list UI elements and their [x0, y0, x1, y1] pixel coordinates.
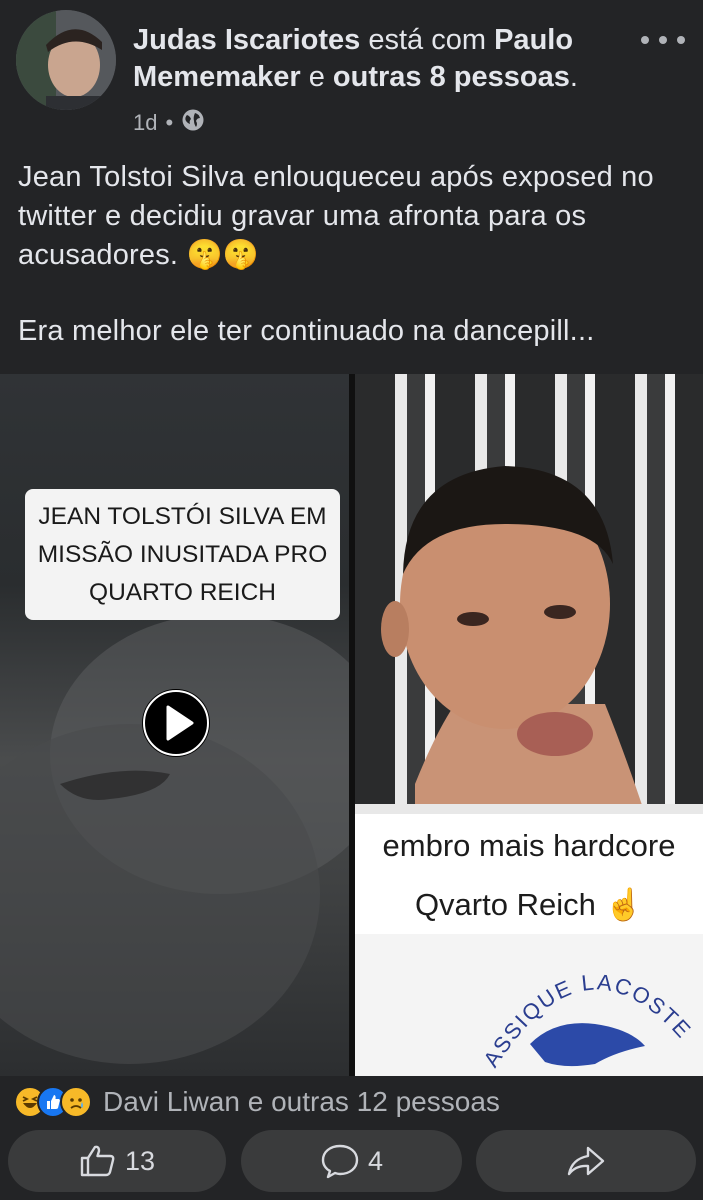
post-time[interactable]: 1d	[133, 110, 157, 136]
caption-paragraph-2[interactable]: Era melhor ele ter continuado na dancepi…	[18, 312, 678, 351]
post-header: Judas Iscariotes está com Paulo Mememake…	[0, 0, 703, 150]
play-icon	[143, 690, 209, 756]
lacoste-logo: ASSIQUE LACOSTE	[478, 969, 694, 1071]
post-meta: 1d •	[133, 108, 205, 138]
post-author-line: Judas Iscariotes está com Paulo Mememake…	[133, 22, 633, 96]
share-icon	[567, 1146, 605, 1176]
post-caption: Jean Tolstoi Silva enlouqueceu após expo…	[18, 158, 678, 351]
video-thumbnail[interactable]: JEAN TOLSTÓI SILVA EM MISSÃO INUSITADA P…	[0, 374, 349, 1076]
video-label-line: MISSÃO INUSITADA PRO	[37, 541, 328, 568]
video-label-line: QUARTO REICH	[89, 579, 276, 606]
author-name[interactable]: Judas Iscariotes	[133, 24, 360, 56]
photo-caption-line: embro mais hardcore	[382, 828, 676, 863]
avatar-photo	[16, 10, 116, 110]
more-options-button[interactable]	[641, 28, 685, 52]
like-icon	[80, 1145, 115, 1177]
reaction-icons	[14, 1086, 92, 1118]
comment-icon	[321, 1144, 359, 1179]
dot-icon	[677, 36, 685, 44]
period-text: .	[569, 61, 578, 93]
dot-icon	[659, 36, 667, 44]
reactions-summary[interactable]: Davi Liwan e outras 12 pessoas	[14, 1084, 500, 1120]
dot-icon	[641, 36, 649, 44]
with-text: está com	[368, 24, 487, 56]
photo-thumbnail[interactable]: embro mais hardcore Qvarto Reich ☝️ ASSI…	[355, 374, 703, 1076]
video-overlay-label: JEAN TOLSTÓI SILVA EM MISSÃO INUSITADA P…	[25, 489, 340, 620]
share-button[interactable]	[476, 1130, 696, 1192]
photo-caption-band: embro mais hardcore Qvarto Reich ☝️	[355, 814, 703, 934]
post-media: JEAN TOLSTÓI SILVA EM MISSÃO INUSITADA P…	[0, 374, 703, 1076]
comment-button[interactable]: 4	[241, 1130, 462, 1192]
play-button[interactable]	[142, 689, 210, 757]
like-count: 13	[124, 1145, 156, 1176]
meta-separator: •	[165, 110, 174, 135]
comment-count: 4	[367, 1145, 384, 1176]
author-avatar[interactable]	[16, 10, 116, 110]
post-actions: 13 4	[8, 1130, 696, 1192]
photo-caption-line: Qvarto Reich ☝️	[414, 887, 644, 922]
like-button[interactable]: 13	[8, 1130, 226, 1192]
caption-paragraph-1: Jean Tolstoi Silva enlouqueceu após expo…	[18, 161, 654, 271]
tagged-others[interactable]: outras 8 pessoas	[333, 61, 570, 93]
video-label-line: JEAN TOLSTÓI SILVA EM	[38, 503, 327, 530]
sad-icon	[60, 1086, 92, 1118]
and-text: e	[308, 61, 325, 93]
globe-icon[interactable]	[181, 108, 205, 138]
reactions-text[interactable]: Davi Liwan e outras 12 pessoas	[103, 1086, 500, 1118]
shirt-area: ASSIQUE LACOSTE	[355, 934, 703, 1076]
